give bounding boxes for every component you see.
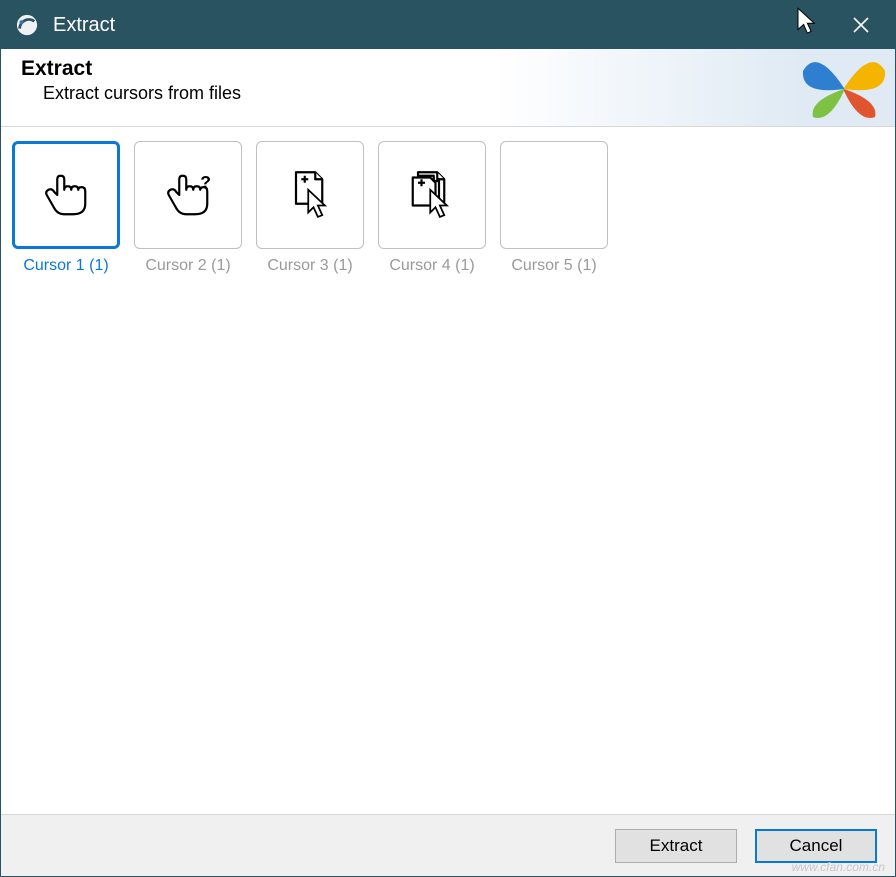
titlebar: Extract xyxy=(1,1,895,49)
cursor-item[interactable]: Cursor 5 (1) xyxy=(499,141,609,275)
cursor-list: Cursor 1 (1) ? Cursor 2 (1) Cursor 3 (1) xyxy=(1,127,895,814)
cursor-item[interactable]: Cursor 4 (1) xyxy=(377,141,487,275)
header-subtitle: Extract cursors from files xyxy=(43,83,875,104)
mouse-cursor-icon xyxy=(795,7,821,43)
cursor-item-label: Cursor 2 (1) xyxy=(145,257,230,275)
hand-help-icon: ? xyxy=(134,141,242,249)
docs-arrow-icon xyxy=(378,141,486,249)
cursor-item-label: Cursor 4 (1) xyxy=(389,257,474,275)
close-button[interactable] xyxy=(831,1,891,49)
header-title: Extract xyxy=(21,57,875,81)
dialog-header: Extract Extract cursors from files xyxy=(1,49,895,127)
blank-icon xyxy=(500,141,608,249)
cancel-button[interactable]: Cancel xyxy=(755,829,877,863)
dialog-footer: Extract Cancel www.cfan.com.cn xyxy=(1,814,895,876)
window-title: Extract xyxy=(53,14,805,37)
cursor-item[interactable]: ? Cursor 2 (1) xyxy=(133,141,243,275)
cursor-item-label: Cursor 5 (1) xyxy=(511,257,596,275)
doc-arrow-icon xyxy=(256,141,364,249)
svg-text:?: ? xyxy=(200,172,211,192)
hand-link-icon xyxy=(12,141,120,249)
cursor-item-label: Cursor 3 (1) xyxy=(267,257,352,275)
extract-button[interactable]: Extract xyxy=(615,829,737,863)
butterfly-logo-icon xyxy=(799,53,889,123)
cursor-item[interactable]: Cursor 3 (1) xyxy=(255,141,365,275)
app-icon xyxy=(15,13,39,37)
cursor-item[interactable]: Cursor 1 (1) xyxy=(11,141,121,275)
cursor-item-label: Cursor 1 (1) xyxy=(23,257,108,275)
